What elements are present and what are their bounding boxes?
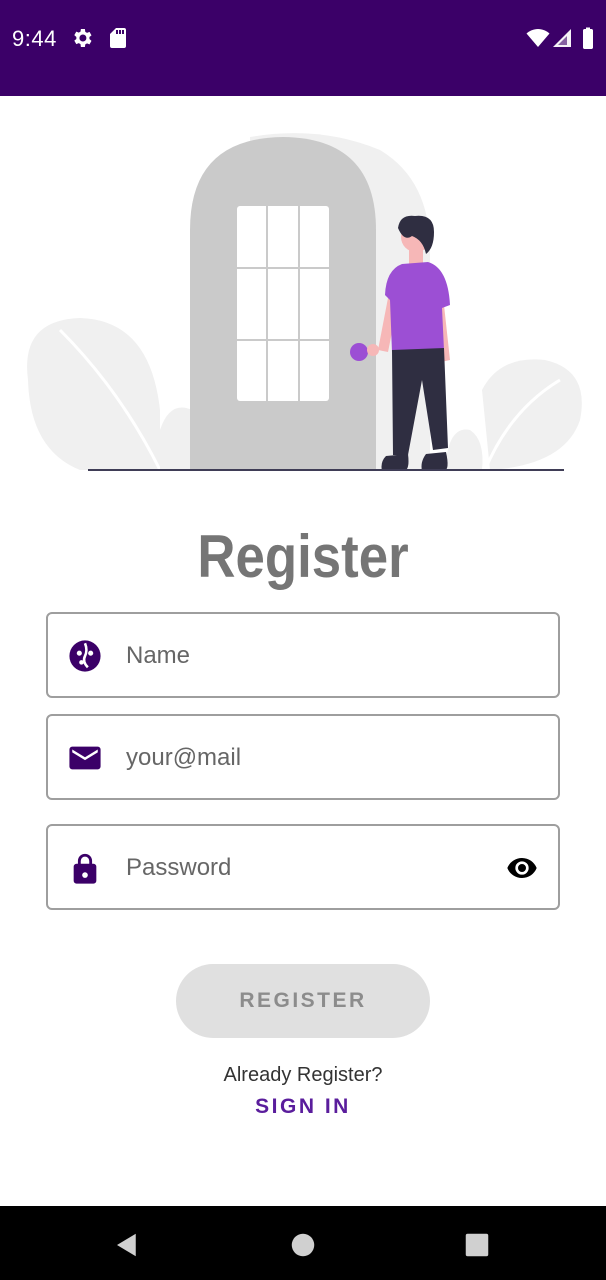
gear-icon (74, 29, 92, 47)
sign-in-link[interactable]: SIGN IN (0, 1095, 606, 1119)
status-time: 9:44 (12, 26, 57, 51)
register-button[interactable]: REGISTER (176, 964, 430, 1038)
face-icon (69, 640, 101, 672)
navigation-bar (0, 1206, 606, 1280)
already-registered-text: Already Register? (223, 1064, 383, 1086)
status-bar: 9:44 (0, 0, 606, 96)
page-title: Register (197, 523, 409, 590)
signal-icon (553, 29, 571, 47)
name-input[interactable] (126, 634, 486, 678)
battery-icon (583, 27, 593, 49)
home-icon[interactable] (288, 1230, 318, 1260)
email-field[interactable] (46, 714, 560, 800)
back-icon[interactable] (112, 1230, 142, 1260)
email-input[interactable] (126, 736, 486, 780)
eye-icon[interactable] (504, 852, 540, 884)
wifi-icon (526, 29, 550, 47)
mail-icon (69, 746, 101, 770)
person-at-door-illustration (27, 133, 582, 471)
password-input[interactable] (126, 846, 486, 890)
name-field[interactable] (46, 612, 560, 698)
recents-icon[interactable] (462, 1230, 492, 1260)
password-field[interactable] (46, 824, 560, 910)
lock-icon (73, 853, 97, 884)
sd-card-icon (110, 28, 126, 48)
